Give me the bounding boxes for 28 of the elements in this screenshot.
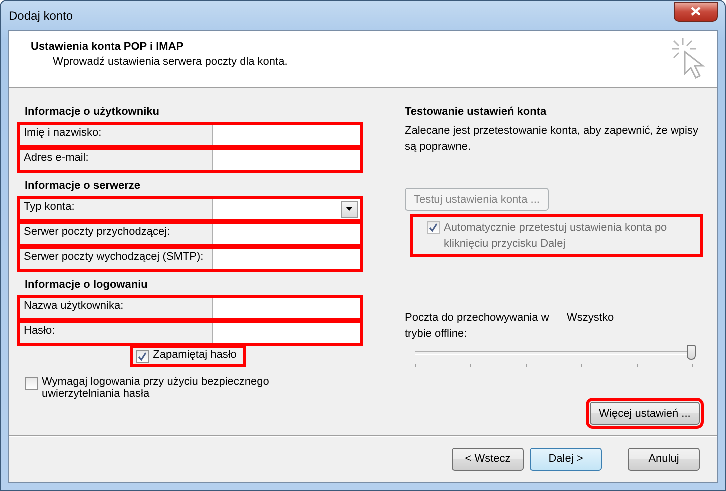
input-field[interactable] — [213, 298, 360, 318]
close-icon — [691, 7, 701, 16]
checkbox[interactable] — [25, 377, 38, 390]
input-field[interactable] — [213, 150, 360, 170]
dialog-button[interactable]: < Wstecz — [452, 448, 524, 470]
input-field[interactable] — [213, 125, 360, 145]
offline-label: Poczta do przechowywania w trybie offline: — [405, 311, 550, 342]
checkbox[interactable] — [136, 350, 150, 363]
dialog-button[interactable]: Dalej > — [530, 448, 602, 470]
window-title: Dodaj konto — [8, 8, 74, 22]
section-heading: Informacje o użytkowniku — [24, 105, 160, 119]
dialog-button[interactable]: Anuluj — [628, 448, 700, 470]
dropdown-field[interactable] — [213, 199, 360, 219]
close-button[interactable] — [674, 2, 718, 22]
section-heading: Testowanie ustawień konta — [405, 105, 548, 119]
section-heading: Informacje o logowaniu — [24, 278, 149, 292]
page-title: Ustawienia konta POP i IMAP — [31, 41, 185, 53]
check-icon — [429, 223, 438, 232]
caret-icon — [346, 207, 353, 211]
input-field[interactable] — [213, 249, 360, 269]
check-icon — [138, 352, 148, 361]
offline-value: Wszystko — [567, 311, 614, 326]
input-field[interactable] — [213, 323, 360, 343]
input-field[interactable] — [213, 224, 360, 244]
slider-thumb[interactable] — [687, 345, 696, 360]
description-text: Zalecane jest przetestowanie konta, aby zapewnić, że wpisy są poprawne. — [405, 124, 700, 155]
page-subtitle: Wprowadź ustawienia serwera poczty dla konta. — [52, 56, 288, 68]
section-heading: Informacje o serwerze — [24, 179, 142, 193]
